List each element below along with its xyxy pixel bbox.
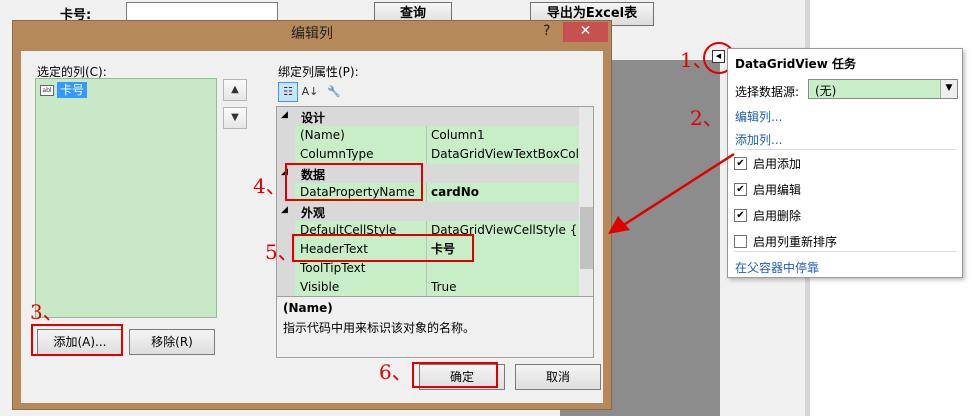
property-row[interactable]: (Name) Column1 [277,126,579,145]
row-margin [277,145,295,164]
property-value[interactable]: cardNo [427,183,579,202]
annotation-box-ok [412,362,498,388]
alphabetical-icon[interactable]: A↓ [300,82,320,102]
list-item-label: 卡号 [57,82,88,98]
close-icon[interactable]: ✕ [563,22,608,42]
selected-columns-list[interactable]: abl 卡号 [35,78,217,318]
enable-reorder-checkbox[interactable]: 启用列重新排序 [734,233,837,250]
property-row[interactable]: Visible True [277,278,579,297]
description-pane: (Name) 指示代码中用来标识该对象的名称。 [276,296,594,358]
panel-title: DataGridView 任务 [735,57,856,71]
enable-delete-checkbox[interactable]: ✔ 启用删除 [734,207,801,224]
description-title: (Name) [283,301,333,315]
annotation-number-2: 2、 [690,106,723,130]
list-item[interactable]: abl 卡号 [40,82,88,98]
dock-in-parent-link[interactable]: 在父容器中停靠 [735,259,819,276]
divider [734,251,956,252]
add-column-link[interactable]: 添加列... [735,131,782,148]
chevron-down-icon[interactable]: ▼ [940,80,957,98]
property-scrollbar[interactable] [579,107,593,303]
bound-properties-label: 绑定列属性(P): [278,65,359,79]
datasource-label: 选择数据源: [735,85,800,99]
checkbox-label: 启用编辑 [753,183,802,197]
scrollbar-thumb[interactable] [580,207,593,269]
property-value[interactable]: DataGridViewTextBoxColu [427,145,579,164]
edit-columns-link[interactable]: 编辑列... [735,108,782,125]
row-margin [277,278,295,297]
annotation-number-6: 6、 [379,360,412,384]
textbox-column-icon: abl [40,84,54,96]
property-value[interactable]: Column1 [427,126,579,145]
move-down-button[interactable]: ▼ [223,107,247,129]
help-icon[interactable]: ? [543,23,550,39]
annotation-box-headertext [292,234,474,262]
move-up-button[interactable]: ▲ [223,79,247,101]
annotation-number-4: 4、 [253,174,286,198]
cancel-button[interactable]: 取消 [515,364,601,390]
row-margin [277,126,295,145]
annotation-arrow [608,152,735,234]
dialog-title: 编辑列 [291,26,333,42]
checkbox-label: 启用删除 [753,209,802,223]
smart-tag-panel: DataGridView 任务 选择数据源: (无) ▼ 编辑列... 添加列.… [727,48,963,278]
collapse-icon[interactable]: ◢ [281,110,288,120]
description-text: 指示代码中用来标识该对象的名称。 [283,321,476,335]
category-appearance[interactable]: ◢ 外观 [277,202,579,221]
checkbox-label: 启用添加 [753,157,802,171]
property-name: (Name) [295,126,427,145]
divider [734,149,956,150]
category-design[interactable]: ◢ 设计 [277,107,579,126]
collapse-icon[interactable]: ◢ [281,205,288,215]
checkbox-label: 启用列重新排序 [753,235,838,249]
category-label: 外观 [301,206,326,220]
property-row[interactable]: ColumnType DataGridViewTextBoxColu [277,145,579,164]
enable-edit-checkbox[interactable]: ✔ 启用编辑 [734,181,801,198]
remove-button[interactable]: 移除(R) [129,329,215,355]
datasource-value: (无) [815,84,837,98]
property-value[interactable]: True [427,278,579,297]
enable-add-checkbox[interactable]: ✔ 启用添加 [734,155,801,172]
property-grid[interactable]: ◢ 设计 (Name) Column1 ColumnType DataGridV… [276,106,594,304]
annotation-box-add [31,324,123,356]
property-name: ColumnType [295,145,427,164]
datasource-select[interactable]: (无) ▼ [808,79,958,99]
annotation-number-5: 5、 [265,240,298,264]
categorized-icon[interactable]: ☷ [278,82,298,102]
card-input[interactable] [126,2,278,22]
category-label: 设计 [301,111,326,125]
annotation-number-3: 3、 [30,300,63,324]
property-name: Visible [295,278,427,297]
property-pages-icon[interactable]: 🔧 [324,82,344,102]
annotation-box-datapropertyname [285,163,423,201]
